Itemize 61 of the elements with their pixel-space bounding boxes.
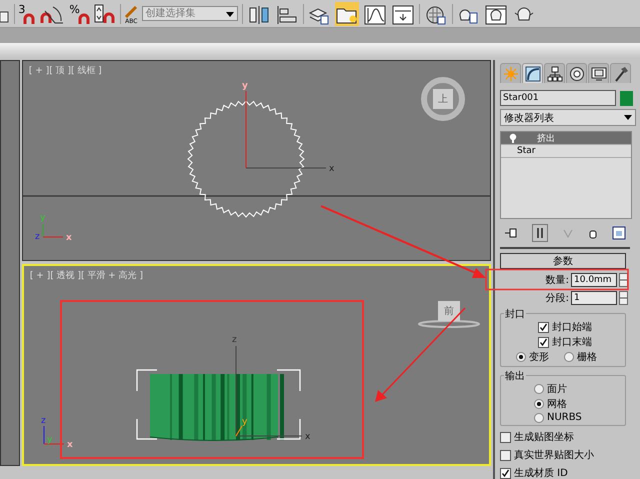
segments-field[interactable]: 1: [571, 291, 617, 305]
radio-button[interactable]: [564, 352, 574, 362]
checkbox-label: 真实世界贴图大小: [514, 448, 594, 462]
modify-tab[interactable]: [522, 63, 543, 83]
magnet-icon: [23, 12, 36, 24]
modifier-list-dropdown[interactable]: 修改器列表: [500, 109, 636, 126]
spinner-arrows-icon[interactable]: [619, 291, 628, 305]
display-tab[interactable]: [588, 63, 609, 83]
checkbox-label: 封口始端: [552, 320, 592, 334]
percent-snap-toggle[interactable]: %: [69, 2, 90, 24]
stack-item[interactable]: Star: [501, 145, 631, 158]
checkbox-label: 封口末端: [552, 336, 592, 349]
hierarchy-tab[interactable]: [544, 63, 565, 83]
radio-label: 面片: [547, 382, 567, 396]
field-label: 数量:: [546, 274, 569, 287]
radio-button[interactable]: [534, 412, 544, 422]
dropdown-arrow-icon[interactable]: [226, 12, 234, 17]
checkbox[interactable]: [500, 468, 511, 478]
checkbox[interactable]: [538, 322, 549, 332]
checkbox-label: 生成贴图坐标: [514, 430, 574, 444]
viewcube[interactable]: 上: [420, 77, 465, 121]
radio-button[interactable]: [534, 399, 544, 409]
checkbox[interactable]: [538, 336, 549, 348]
dropdown-arrow-icon: [624, 115, 632, 120]
top-viewport[interactable]: [ + ][ 顶 ][ 线框 ] y x y z x 上: [22, 60, 491, 261]
two-bars-icon: [536, 227, 544, 239]
configure-sets-icon[interactable]: [612, 226, 626, 240]
radio-button[interactable]: [516, 352, 526, 362]
spinner-snap-icon[interactable]: [94, 2, 116, 24]
axis-tripod: y z x: [34, 213, 72, 243]
transform-gizmo: y x: [242, 81, 334, 174]
perspective-viewport[interactable]: [ + ][ 透视 ][ 平滑 + 高光 ] z y x z y x 前: [22, 264, 491, 466]
motion-tab[interactable]: [566, 63, 587, 83]
checkbox[interactable]: [500, 450, 511, 460]
group-title: 输出: [504, 369, 526, 383]
checkbox[interactable]: [500, 432, 511, 442]
object-name-field[interactable]: Star001: [500, 90, 616, 106]
selection-set-dropdown[interactable]: 创建选择集: [142, 6, 238, 21]
radio-label: NURBS: [547, 412, 582, 423]
stack-item[interactable]: 挤出: [501, 132, 631, 145]
lightbulb-icon[interactable]: [509, 133, 517, 143]
spinner-arrows-icon[interactable]: [619, 273, 628, 287]
magnet-icon: [78, 12, 90, 24]
radio-label: 网格: [547, 398, 567, 411]
viewcube-ring: [418, 320, 480, 328]
utilities-tab[interactable]: [610, 63, 631, 83]
checkbox-label: 生成材质 ID: [514, 466, 568, 479]
radio-button[interactable]: [534, 384, 544, 394]
axis-tripod: z y x: [40, 416, 73, 450]
snap-toggle[interactable]: 3: [18, 2, 36, 24]
show-end-result-button[interactable]: [532, 224, 548, 242]
field-label: 分段:: [546, 292, 569, 305]
rollout-header[interactable]: 参数: [500, 253, 626, 269]
pin-stack-icon[interactable]: [504, 227, 518, 239]
amount-field[interactable]: 10.0mm: [571, 273, 617, 287]
group-title: 封口: [504, 307, 526, 321]
object-color-swatch[interactable]: [620, 90, 633, 106]
radio-label: 变形: [529, 350, 549, 364]
viewcube[interactable]: 前: [438, 301, 460, 321]
radio-label: 栅格: [577, 350, 597, 364]
transform-gizmo: z y x: [232, 335, 310, 442]
